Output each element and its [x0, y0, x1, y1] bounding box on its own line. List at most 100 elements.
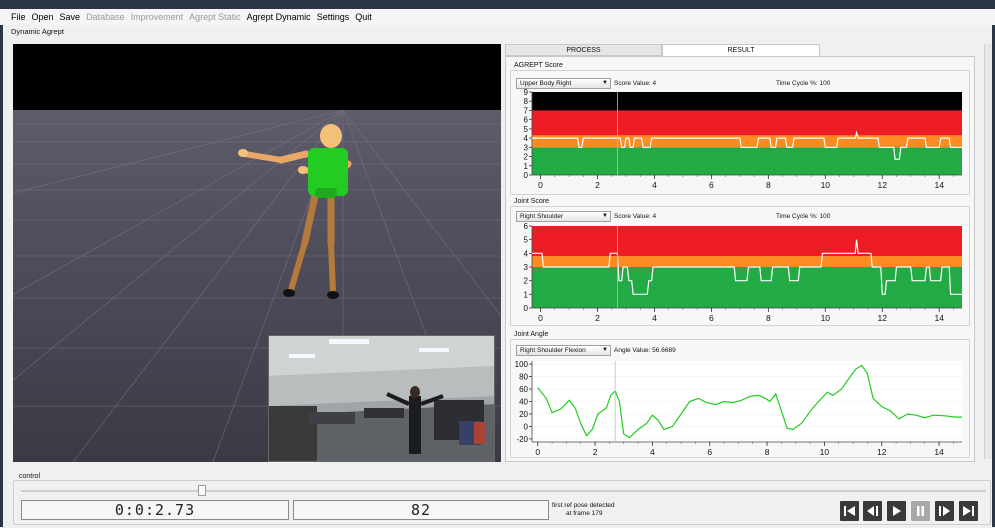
x-tick-label: 4: [652, 313, 657, 323]
skip-to-end-button[interactable]: [959, 501, 978, 521]
menu-database[interactable]: Database: [83, 12, 128, 22]
agrept-score-chart: 01234567890 2 4 6 8 10 12 14: [524, 88, 962, 190]
chevron-down-icon: ▼: [602, 347, 608, 353]
agrept-score-value: Score Value: 4: [614, 80, 657, 87]
x-tick-label: 0: [538, 180, 543, 190]
chevron-down-icon: ▼: [602, 213, 608, 219]
window-frame-top: [0, 0, 995, 9]
y-tick-label: 2: [524, 277, 529, 286]
x-tick-label: 10: [821, 313, 831, 323]
x-tick-label: 0: [538, 313, 543, 323]
joint-score-chart: 01234560 2 4 6 8 10 12 14: [524, 222, 962, 323]
x-tick-label: 6: [709, 313, 714, 323]
menu-agrept-dynamic[interactable]: Agrept Dynamic: [244, 12, 314, 22]
joint-score-value: Score Value: 4: [614, 213, 657, 220]
y-tick-label: 0: [524, 422, 529, 431]
skip-to-start-icon: [844, 506, 855, 516]
x-tick-label: 14: [934, 313, 944, 323]
timeline-slider-track[interactable]: [21, 490, 986, 492]
joint-score-label: Joint Score: [514, 198, 550, 205]
y-tick-label: 4: [524, 249, 529, 258]
joint-angle-select[interactable]: Right Shoulder Flexion ▼: [516, 345, 611, 356]
step-forward-button[interactable]: [935, 501, 954, 521]
y-tick-label: 6: [524, 116, 529, 125]
step-forward-icon: [939, 506, 950, 516]
x-tick-label: 12: [878, 313, 888, 323]
y-tick-label: 2: [524, 153, 529, 162]
status-message: first ref pose detected at frame 179: [552, 502, 615, 518]
x-tick-label: 14: [934, 447, 944, 457]
y-tick-label: 3: [524, 143, 529, 152]
joint-select[interactable]: Right Shoulder ▼: [516, 211, 611, 222]
score-band-1: [532, 135, 962, 148]
x-tick-label: 2: [595, 313, 600, 323]
x-tick-label: 14: [934, 180, 944, 190]
x-tick-label: 10: [821, 180, 831, 190]
play-icon: [893, 506, 901, 516]
x-tick-label: 12: [877, 447, 887, 457]
step-back-button[interactable]: [863, 501, 882, 521]
chevron-down-icon: ▼: [602, 80, 608, 86]
y-tick-label: 1: [524, 162, 529, 171]
status-line-1: first ref pose detected: [552, 502, 615, 509]
y-tick-label: 80: [519, 373, 528, 382]
menu-quit[interactable]: Quit: [352, 12, 375, 22]
x-tick-label: 6: [707, 447, 712, 457]
x-tick-label: 0: [535, 447, 540, 457]
y-tick-label: 6: [524, 222, 529, 231]
score-band-1: [532, 256, 962, 267]
tab-process[interactable]: PROCESS: [505, 44, 662, 56]
y-tick-label: 100: [515, 360, 529, 369]
control-label: control: [19, 473, 41, 480]
frame-display: 82: [293, 500, 549, 520]
y-tick-label: 8: [524, 97, 529, 106]
x-tick-label: 4: [652, 180, 657, 190]
menu-improvement[interactable]: Improvement: [128, 12, 187, 22]
panel-scrollbar[interactable]: [984, 44, 992, 459]
x-tick-label: 12: [878, 180, 888, 190]
x-tick-label: 10: [820, 447, 830, 457]
skip-to-end-icon: [963, 506, 974, 516]
x-tick-label: 2: [593, 447, 598, 457]
score-band-0: [532, 147, 962, 175]
menu-agrept-static[interactable]: Agrept Static: [186, 12, 244, 22]
x-tick-label: 8: [766, 313, 771, 323]
agrept-region-select-value: Upper Body Right: [520, 80, 572, 87]
menu-save[interactable]: Save: [57, 12, 84, 22]
menu-file[interactable]: File: [8, 12, 29, 22]
y-tick-label: 40: [519, 398, 528, 407]
y-tick-label: 5: [524, 125, 529, 134]
joint-time-cycle: Time Cycle %: 100: [776, 213, 831, 220]
menu-open[interactable]: Open: [29, 12, 57, 22]
pause-icon: [917, 506, 924, 516]
y-tick-label: 1: [524, 290, 529, 299]
x-tick-label: 8: [765, 447, 770, 457]
timeline-slider-handle[interactable]: [198, 485, 206, 496]
status-line-2: at frame 179: [566, 510, 603, 517]
play-button[interactable]: [887, 501, 906, 521]
agrept-time-cycle: Time Cycle %: 100: [776, 80, 831, 87]
score-band-2: [532, 110, 962, 136]
joint-angle-value: Angle Value: 56.6689: [614, 347, 676, 354]
joint-angle-chart: -20 0 20 40 60 80 100 0 2 4 6 8 10 12 14: [515, 360, 962, 457]
tab-bar: PROCESS RESULT: [505, 44, 975, 56]
x-tick-label: 4: [650, 447, 655, 457]
y-tick-label: 60: [519, 385, 528, 394]
joint-select-value: Right Shoulder: [520, 213, 563, 220]
y-tick-label: 7: [524, 106, 529, 115]
pause-button[interactable]: [911, 501, 930, 521]
y-tick-label: 9: [524, 88, 529, 97]
score-band-0: [532, 267, 962, 308]
y-tick-label: 4: [524, 134, 529, 143]
tab-result[interactable]: RESULT: [662, 44, 820, 56]
x-tick-label: 8: [766, 180, 771, 190]
x-tick-label: 6: [709, 180, 714, 190]
window-frame-left: [0, 9, 3, 527]
y-tick-label: 0: [524, 304, 529, 313]
menu-settings[interactable]: Settings: [314, 12, 353, 22]
menu-bar: File Open Save Database Improvement Agre…: [0, 9, 995, 25]
joint-angle-select-value: Right Shoulder Flexion: [520, 347, 586, 354]
score-band-3: [532, 92, 962, 111]
y-tick-label: 0: [524, 171, 529, 180]
skip-to-start-button[interactable]: [840, 501, 859, 521]
